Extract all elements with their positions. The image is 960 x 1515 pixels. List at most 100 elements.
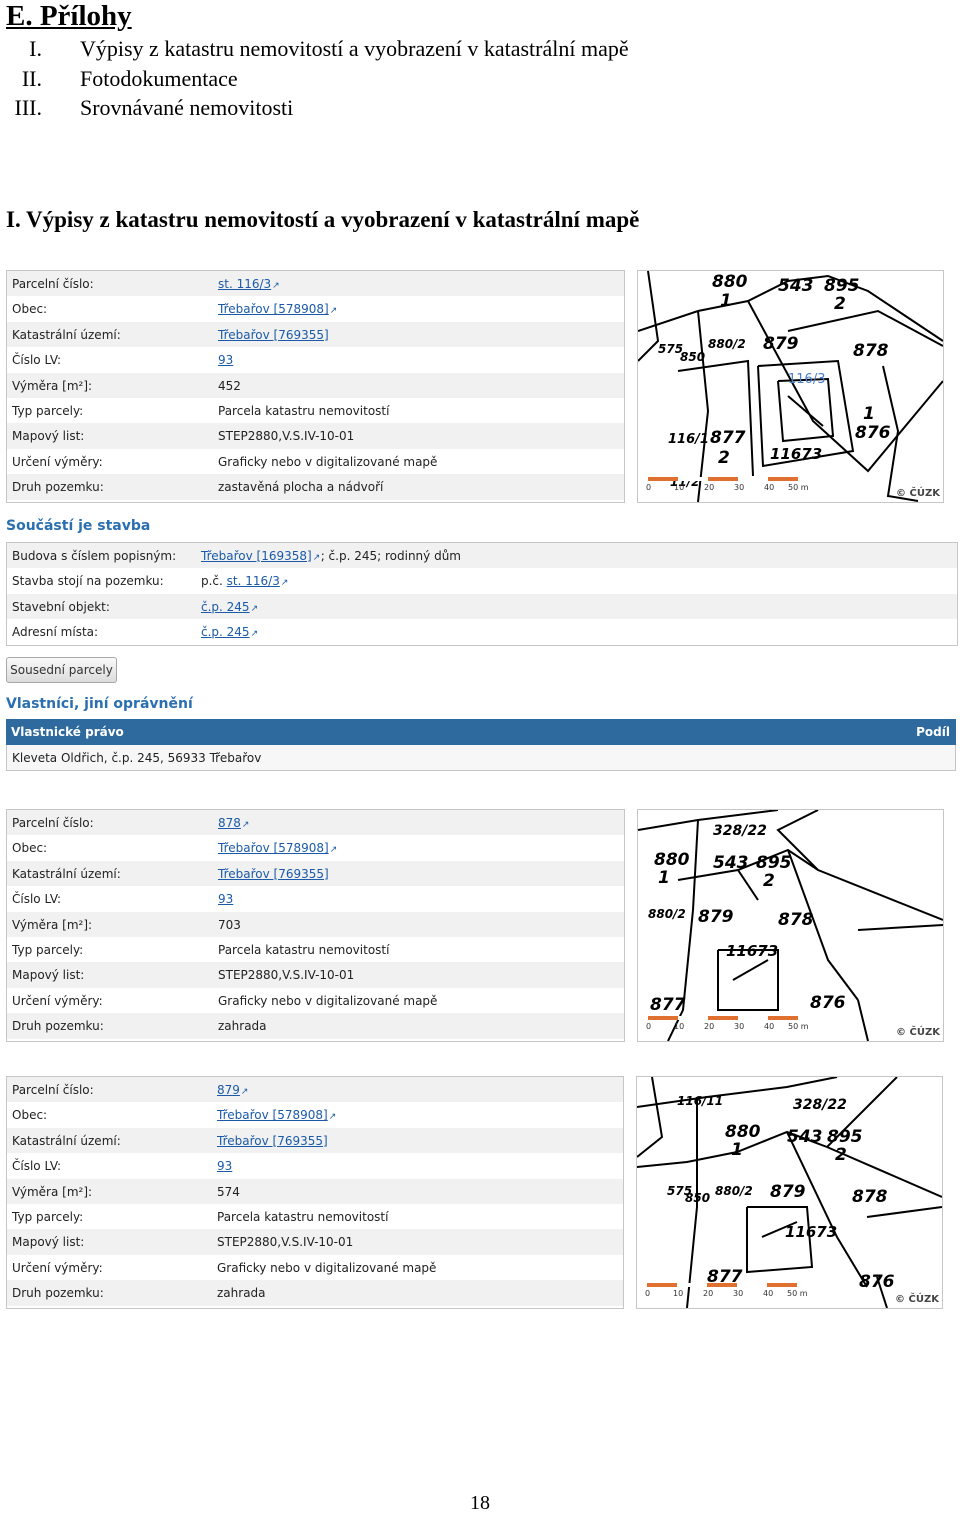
row-building-on-parcel: Stavba stojí na pozemku: p.č. st. 116/3↗ bbox=[7, 568, 957, 593]
external-link-icon[interactable]: ↗ bbox=[251, 604, 259, 613]
map-label: 11673 bbox=[785, 1223, 837, 1241]
label: Parcelní číslo: bbox=[12, 277, 94, 291]
cadastral-map-2[interactable]: 880 1 543 895 2 879 878 880/2 11673 877 … bbox=[637, 809, 944, 1042]
area-value: 574 bbox=[217, 1184, 240, 1199]
cadastral-area-link[interactable]: Třebařov [769355] bbox=[217, 1134, 328, 1148]
map-drawing: 880 1 543 895 2 879 878 880/2 575 850 11… bbox=[637, 1077, 942, 1308]
label: Parcelní číslo: bbox=[12, 816, 94, 830]
cadastral-map-1[interactable]: 880 1 543 895 2 879 878 880/2 575 850 11… bbox=[637, 270, 944, 503]
building-area-link[interactable]: Třebařov [169358] bbox=[201, 549, 312, 563]
row-municipality: Obec: Třebařov [578908]↗ bbox=[7, 835, 624, 860]
row-area-determination: Určení výměry: Graficky nebo v digitaliz… bbox=[7, 449, 624, 474]
external-link-icon[interactable]: ↗ bbox=[241, 1088, 249, 1097]
label: Katastrální území: bbox=[12, 327, 121, 342]
external-link-icon[interactable]: ↗ bbox=[330, 846, 338, 855]
label: Druh pozemku: bbox=[12, 1286, 104, 1301]
cadastral-area-link[interactable]: Třebařov [769355] bbox=[218, 867, 329, 881]
building-object-link[interactable]: č.p. 245 bbox=[201, 600, 250, 614]
scale-bar bbox=[647, 1283, 797, 1287]
map-label: 878 bbox=[778, 910, 814, 930]
map-label: 880 bbox=[712, 272, 748, 292]
map-label: 876 bbox=[855, 423, 891, 443]
building-description: ; č.p. 245; rodinný dům bbox=[320, 549, 461, 563]
map-label: 1 bbox=[731, 1140, 743, 1160]
address-link[interactable]: č.p. 245 bbox=[201, 625, 250, 639]
parcel-info-panel-1: Parcelní číslo: st. 116/3↗ Obec: Třebařo… bbox=[6, 270, 625, 503]
map-label: 1 bbox=[658, 868, 670, 888]
parcel-number-link[interactable]: 878 bbox=[218, 816, 241, 830]
row-area: Výměra [m²]: 574 bbox=[7, 1178, 623, 1204]
appendix-heading: E. Přílohy bbox=[6, 0, 132, 32]
share-column-header: Podíl bbox=[916, 725, 950, 739]
row-parcel-type: Typ parcely: Parcela katastru nemovitost… bbox=[7, 937, 624, 962]
toc-text: Srovnávané nemovitosti bbox=[80, 95, 294, 120]
area-value: 452 bbox=[218, 378, 241, 393]
label: Typ parcely: bbox=[12, 1209, 84, 1224]
scale-tick: 20 bbox=[703, 1289, 713, 1298]
scale-tick: 10 bbox=[674, 1022, 684, 1031]
label: Výměra [m²]: bbox=[12, 917, 93, 932]
lv-number-link[interactable]: 93 bbox=[218, 353, 233, 367]
row-lv-number: Číslo LV: 93 bbox=[7, 347, 624, 372]
scale-tick: 40 bbox=[763, 1289, 773, 1298]
map-drawing: 880 1 543 895 2 879 878 880/2 11673 877 … bbox=[638, 810, 943, 1041]
neighbor-parcels-button[interactable]: Sousední parcely bbox=[6, 657, 117, 683]
label: Výměra [m²]: bbox=[12, 378, 93, 393]
label: Adresní místa: bbox=[12, 625, 99, 640]
label: Typ parcely: bbox=[12, 942, 84, 957]
map-label: 116/1 bbox=[668, 432, 709, 447]
parcel-link[interactable]: st. 116/3 bbox=[227, 574, 280, 588]
cadastral-area-link[interactable]: Třebařov [769355] bbox=[218, 328, 329, 342]
map-label: 11673 bbox=[770, 445, 822, 463]
map-label: 877 bbox=[710, 428, 746, 448]
row-area-determination: Určení výměry: Graficky nebo v digitaliz… bbox=[7, 988, 624, 1013]
map-label: 876 bbox=[810, 993, 846, 1013]
area-determination-value: Graficky nebo v digitalizované mapě bbox=[217, 1260, 437, 1275]
map-label: 880/2 bbox=[708, 337, 746, 351]
owner-name: Kleveta Oldřich, č.p. 245, 56933 Třebařo… bbox=[12, 751, 262, 765]
row-municipality: Obec: Třebařov [578908]↗ bbox=[7, 296, 624, 321]
copyright-label: © ČÚZK bbox=[896, 486, 941, 499]
row-area: Výměra [m²]: 452 bbox=[7, 372, 624, 398]
row-map-sheet: Mapový list: STEP2880,V.S.IV-10-01 bbox=[7, 1229, 623, 1255]
external-link-icon[interactable]: ↗ bbox=[330, 307, 338, 316]
municipality-link[interactable]: Třebařov [578908] bbox=[218, 841, 329, 855]
map-label: 850 bbox=[680, 350, 705, 364]
parcel-type-value: Parcela katastru nemovitostí bbox=[217, 1209, 389, 1224]
parcel-prefix: p.č. bbox=[201, 574, 227, 589]
parcel-number-link[interactable]: st. 116/3 bbox=[218, 277, 271, 291]
lv-number-link[interactable]: 93 bbox=[217, 1159, 232, 1173]
row-cadastral-area: Katastrální území: Třebařov [769355] bbox=[7, 321, 624, 348]
municipality-link[interactable]: Třebařov [578908] bbox=[218, 302, 329, 316]
external-link-icon[interactable]: ↗ bbox=[242, 821, 250, 830]
map-label: 543 bbox=[787, 1127, 823, 1147]
building-panel: Budova s číslem popisným: Třebařov [1693… bbox=[6, 542, 958, 646]
scale-tick: 10 bbox=[673, 1289, 683, 1298]
row-municipality: Obec: Třebařov [578908]↗ bbox=[7, 1102, 623, 1127]
label: Číslo LV: bbox=[12, 892, 62, 907]
external-link-icon[interactable]: ↗ bbox=[281, 579, 289, 588]
parcel-number-link[interactable]: 879 bbox=[217, 1083, 240, 1097]
external-link-icon[interactable]: ↗ bbox=[329, 1113, 337, 1122]
scale-tick: 50 m bbox=[788, 483, 809, 492]
label: Výměra [m²]: bbox=[12, 1184, 93, 1199]
label: Parcelní číslo: bbox=[12, 1083, 94, 1097]
external-link-icon[interactable]: ↗ bbox=[272, 282, 280, 291]
label: Budova s číslem popisným: bbox=[12, 549, 177, 563]
row-parcel-type: Typ parcely: Parcela katastru nemovitost… bbox=[7, 398, 624, 423]
toc-number: I. bbox=[29, 36, 42, 61]
scale-tick: 20 bbox=[704, 1022, 714, 1031]
map-label: 895 bbox=[824, 276, 860, 296]
label: Typ parcely: bbox=[12, 403, 84, 418]
external-link-icon[interactable]: ↗ bbox=[251, 630, 259, 639]
row-land-type: Druh pozemku: zastavěná plocha a nádvoří bbox=[7, 474, 624, 500]
municipality-link[interactable]: Třebařov [578908] bbox=[217, 1108, 328, 1122]
cadastral-map-3[interactable]: 880 1 543 895 2 879 878 880/2 575 850 11… bbox=[636, 1076, 943, 1309]
copyright-label: © ČÚZK bbox=[896, 1025, 941, 1038]
external-link-icon[interactable]: ↗ bbox=[313, 554, 321, 563]
map-label: 116/11 bbox=[677, 1094, 723, 1108]
map-label: 2 bbox=[835, 1145, 847, 1165]
lv-number-link[interactable]: 93 bbox=[218, 892, 233, 906]
label: Stavba stojí na pozemku: bbox=[12, 574, 164, 589]
map-label: 2 bbox=[718, 448, 730, 468]
